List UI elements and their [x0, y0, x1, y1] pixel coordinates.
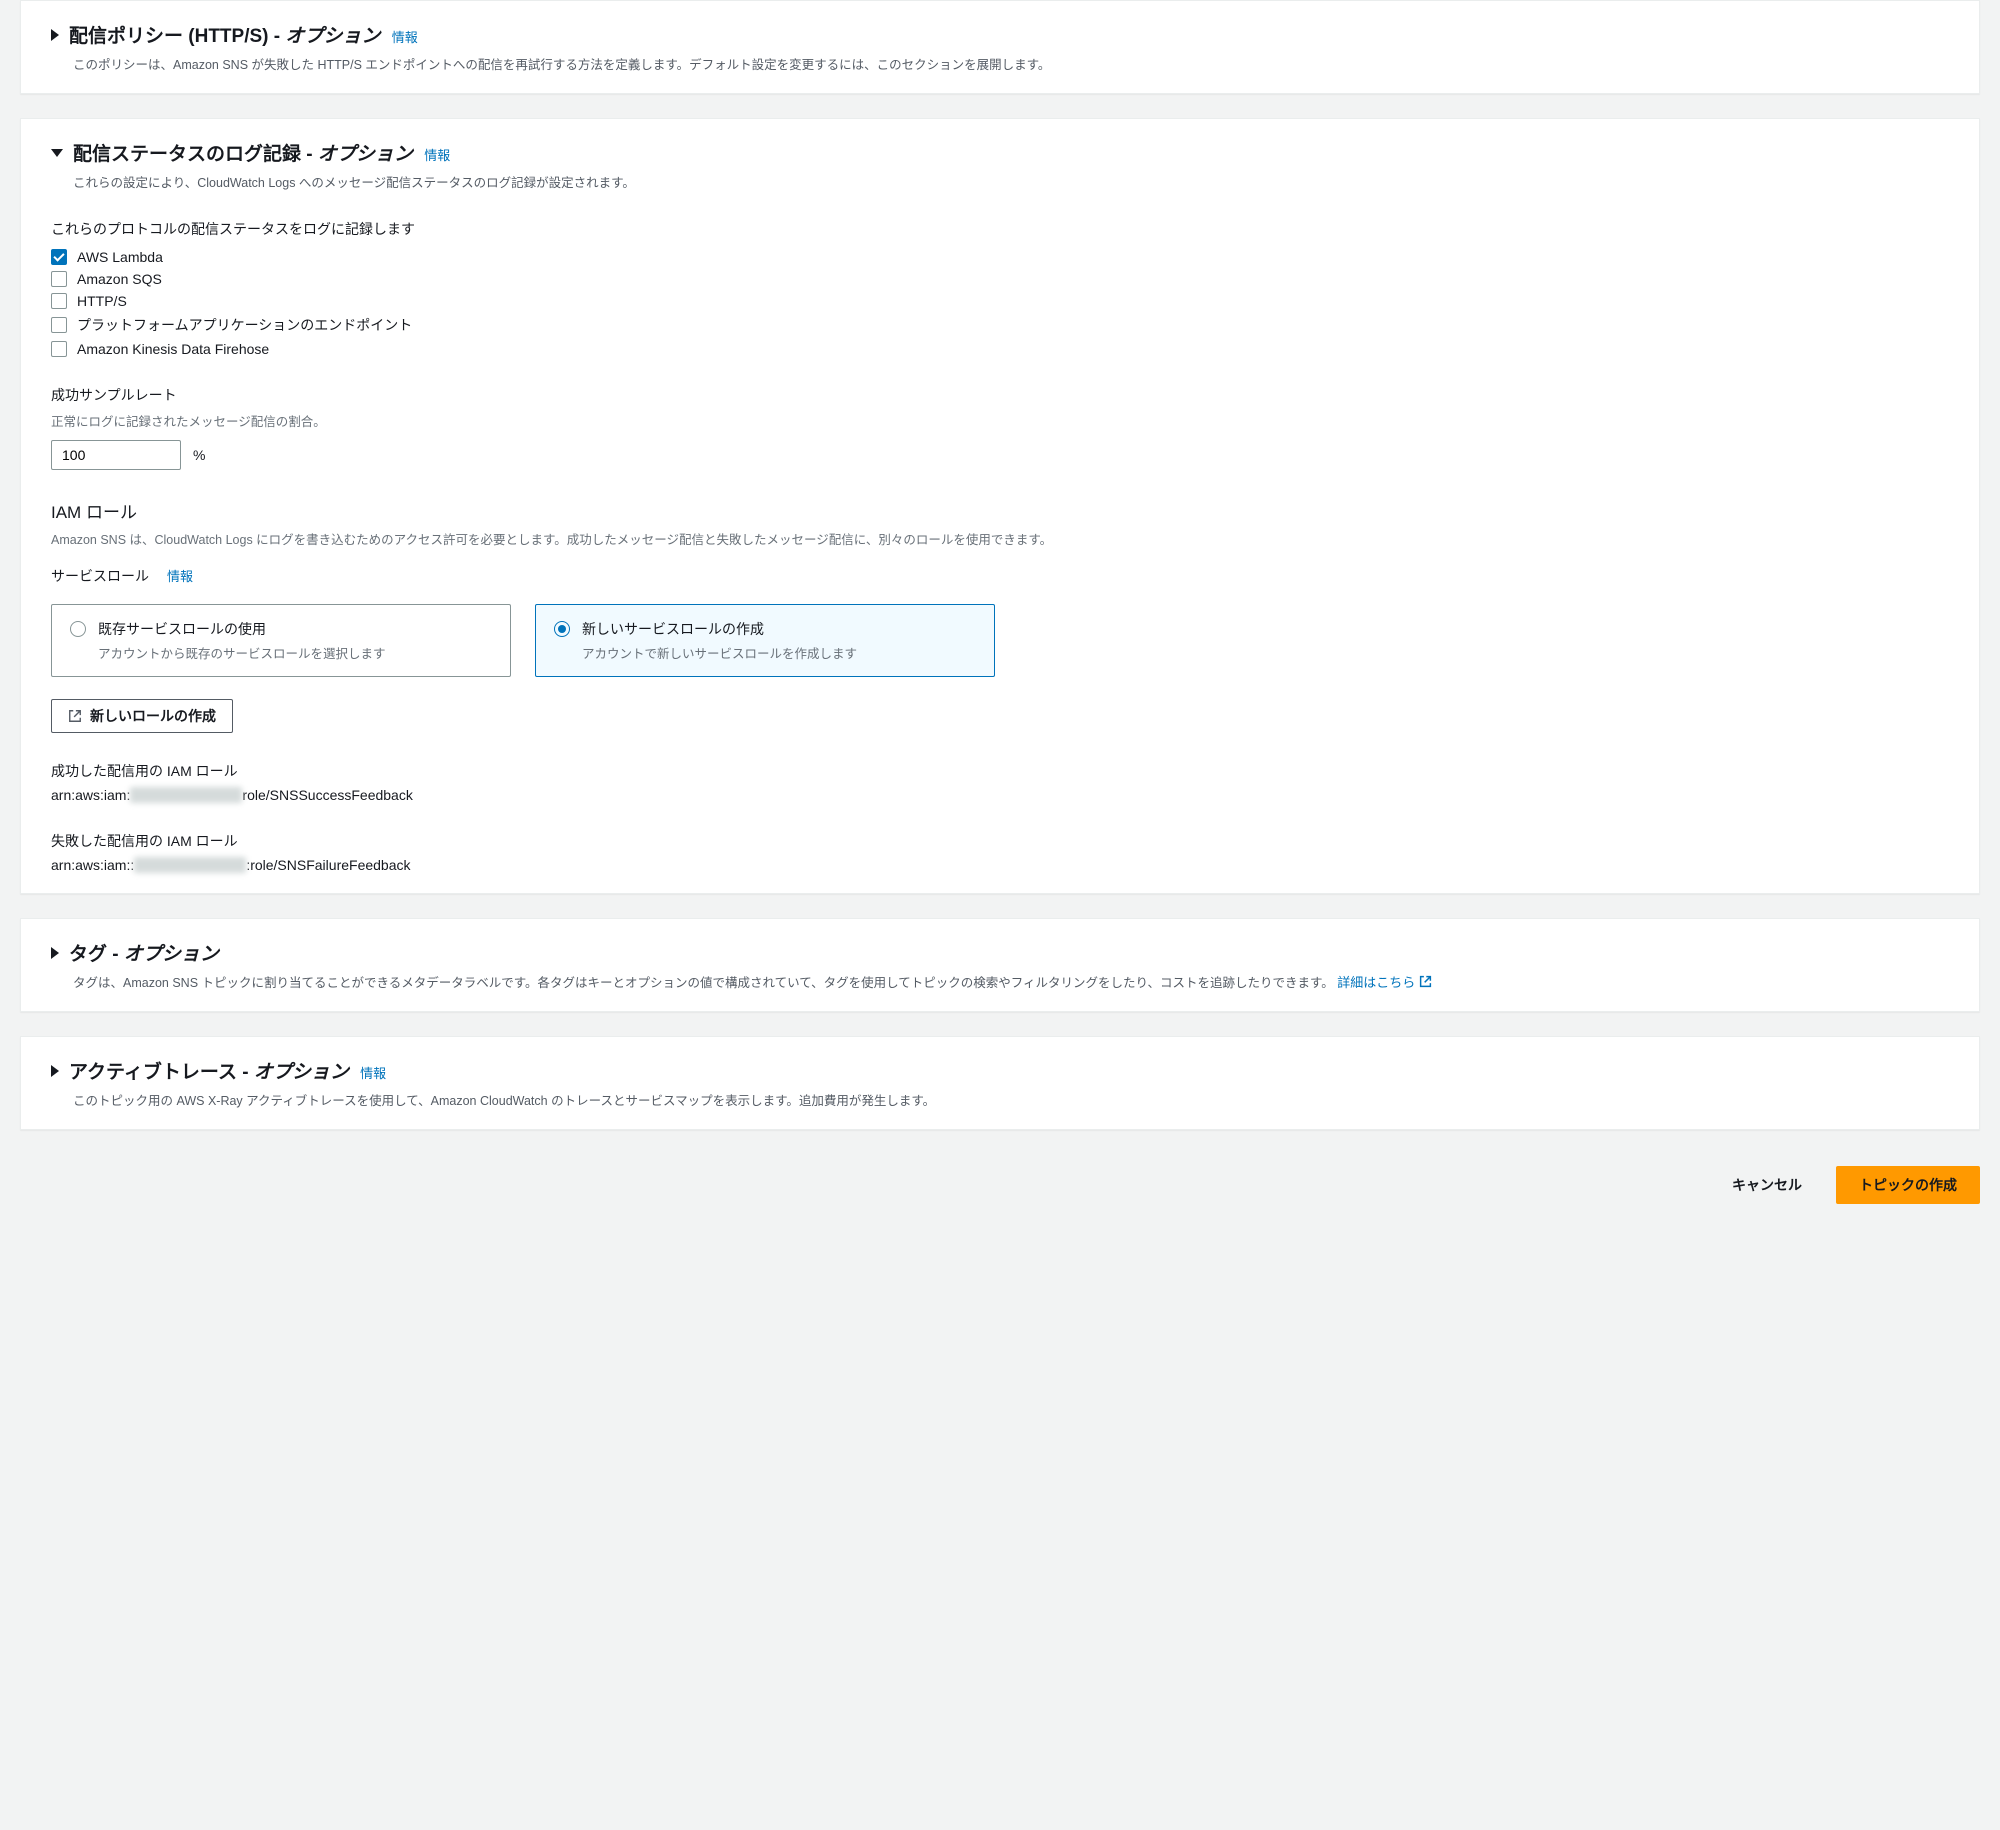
- service-role-radio-group: 既存サービスロールの使用 アカウントから既存のサービスロールを選択します 新しい…: [51, 604, 1949, 677]
- arn-redacted: XXXXXXXXXXXX: [134, 857, 246, 873]
- sample-rate-label: 成功サンプルレート: [51, 385, 1949, 405]
- optional-text: オプション: [285, 26, 380, 47]
- learn-more-link[interactable]: 詳細はこちら: [1337, 972, 1432, 991]
- panel-active-tracing: アクティブトレース - オプション 情報 このトピック用の AWS X-Ray …: [20, 1036, 1980, 1130]
- success-role-value: arn:aws:iam:XXXXXXXXXXXXrole/SNSSuccessF…: [51, 787, 1949, 803]
- info-link[interactable]: 情報: [392, 30, 418, 45]
- panel-title: アクティブトレース - オプション 情報: [69, 1057, 386, 1084]
- cancel-button[interactable]: キャンセル: [1714, 1166, 1820, 1204]
- arn-suffix: :role/SNSFailureFeedback: [246, 857, 410, 873]
- external-link-icon: [1419, 975, 1432, 988]
- sample-rate-hint: 正常にログに記録されたメッセージ配信の割合。: [51, 411, 1949, 430]
- radio-content: 新しいサービスロールの作成 アカウントで新しいサービスロールを作成します: [582, 619, 976, 662]
- arn-suffix: role/SNSSuccessFeedback: [242, 787, 412, 803]
- panel-title: 配信ステータスのログ記録 - オプション 情報: [73, 139, 450, 166]
- panel-tags: タグ - オプション タグは、Amazon SNS トピックに割り当てることがで…: [20, 918, 1980, 1012]
- panel-description: これらの設定により、CloudWatch Logs へのメッセージ配信ステータス…: [73, 172, 1949, 191]
- panel-title: タグ - オプション: [69, 939, 219, 966]
- panel-header-tags[interactable]: タグ - オプション: [51, 939, 1949, 966]
- panel-description: このポリシーは、Amazon SNS が失敗した HTTP/S エンドポイントへ…: [73, 54, 1949, 73]
- service-role-label-row: サービスロール 情報: [51, 566, 1949, 592]
- panel-delivery-policy: 配信ポリシー (HTTP/S) - オプション 情報 このポリシーは、Amazo…: [20, 0, 1980, 94]
- radio-content: 既存サービスロールの使用 アカウントから既存のサービスロールを選択します: [98, 619, 492, 662]
- optional-text: オプション: [318, 144, 413, 165]
- panel-description: このトピック用の AWS X-Ray アクティブトレースを使用して、Amazon…: [73, 1090, 1949, 1109]
- info-link[interactable]: 情報: [167, 566, 193, 585]
- description-text: タグは、Amazon SNS トピックに割り当てることができるメタデータラベルで…: [73, 976, 1334, 990]
- optional-text: オプション: [254, 1062, 349, 1083]
- protocols-label: これらのプロトコルの配信ステータスをログに記録します: [51, 219, 1949, 239]
- checkbox-icon: [51, 249, 67, 265]
- sample-rate-row: %: [51, 440, 1949, 470]
- panel-delivery-status: 配信ステータスのログ記録 - オプション 情報 これらの設定により、CloudW…: [20, 118, 1980, 894]
- success-role-label: 成功した配信用の IAM ロール: [51, 761, 1949, 781]
- radio-description: アカウントから既存のサービスロールを選択します: [98, 643, 492, 662]
- protocol-checkbox-group: AWS Lambda Amazon SQS HTTP/S プラットフォームアプリ…: [51, 249, 1949, 357]
- optional-text: オプション: [124, 944, 219, 965]
- checkbox-platform-app[interactable]: プラットフォームアプリケーションのエンドポイント: [51, 315, 1949, 335]
- checkbox-label: プラットフォームアプリケーションのエンドポイント: [77, 315, 412, 335]
- checkbox-label: AWS Lambda: [77, 249, 163, 265]
- panel-body: これらのプロトコルの配信ステータスをログに記録します AWS Lambda Am…: [51, 219, 1949, 873]
- checkbox-label: Amazon SQS: [77, 271, 162, 287]
- panel-header-active-tracing[interactable]: アクティブトレース - オプション 情報: [51, 1057, 1949, 1084]
- link-text: 詳細はこちら: [1337, 972, 1415, 991]
- success-role-block: 成功した配信用の IAM ロール arn:aws:iam:XXXXXXXXXXX…: [51, 761, 1949, 803]
- panel-header-delivery-status[interactable]: 配信ステータスのログ記録 - オプション 情報: [51, 139, 1949, 166]
- radio-title: 新しいサービスロールの作成: [582, 619, 976, 639]
- title-text: アクティブトレース -: [69, 1062, 254, 1083]
- external-link-icon: [68, 709, 82, 723]
- checkbox-icon: [51, 341, 67, 357]
- checkbox-icon: [51, 271, 67, 287]
- create-topic-button[interactable]: トピックの作成: [1836, 1166, 1980, 1204]
- percent-label: %: [193, 447, 205, 463]
- iam-role-heading: IAM ロール: [51, 498, 1949, 523]
- radio-description: アカウントで新しいサービスロールを作成します: [582, 643, 976, 662]
- chevron-right-icon: [51, 947, 59, 959]
- service-role-label: サービスロール: [51, 566, 149, 586]
- failure-role-block: 失敗した配信用の IAM ロール arn:aws:iam::XXXXXXXXXX…: [51, 831, 1949, 873]
- chevron-right-icon: [51, 29, 59, 41]
- checkbox-icon: [51, 317, 67, 333]
- title-text: タグ -: [69, 944, 124, 965]
- create-new-role-button[interactable]: 新しいロールの作成: [51, 699, 233, 733]
- checkbox-label: Amazon Kinesis Data Firehose: [77, 341, 269, 357]
- checkbox-https[interactable]: HTTP/S: [51, 293, 1949, 309]
- radio-create-role[interactable]: 新しいサービスロールの作成 アカウントで新しいサービスロールを作成します: [535, 604, 995, 677]
- radio-title: 既存サービスロールの使用: [98, 619, 492, 639]
- panel-title: 配信ポリシー (HTTP/S) - オプション 情報: [69, 21, 418, 48]
- checkbox-icon: [51, 293, 67, 309]
- button-label: 新しいロールの作成: [90, 706, 216, 726]
- info-link[interactable]: 情報: [360, 1066, 386, 1081]
- checkbox-label: HTTP/S: [77, 293, 127, 309]
- failure-role-value: arn:aws:iam::XXXXXXXXXXXX:role/SNSFailur…: [51, 857, 1949, 873]
- failure-role-label: 失敗した配信用の IAM ロール: [51, 831, 1949, 851]
- radio-icon: [554, 621, 570, 637]
- checkbox-aws-lambda[interactable]: AWS Lambda: [51, 249, 1949, 265]
- radio-existing-role[interactable]: 既存サービスロールの使用 アカウントから既存のサービスロールを選択します: [51, 604, 511, 677]
- arn-prefix: arn:aws:iam:: [51, 787, 130, 803]
- iam-role-description: Amazon SNS は、CloudWatch Logs にログを書き込むための…: [51, 529, 1949, 548]
- arn-prefix: arn:aws:iam::: [51, 857, 134, 873]
- title-text: 配信ステータスのログ記録 -: [73, 144, 318, 165]
- panel-header-delivery-policy[interactable]: 配信ポリシー (HTTP/S) - オプション 情報: [51, 21, 1949, 48]
- chevron-right-icon: [51, 1065, 59, 1077]
- chevron-down-icon: [51, 149, 63, 157]
- checkbox-amazon-sqs[interactable]: Amazon SQS: [51, 271, 1949, 287]
- footer-actions: キャンセル トピックの作成: [20, 1154, 1980, 1216]
- checkbox-kinesis-firehose[interactable]: Amazon Kinesis Data Firehose: [51, 341, 1949, 357]
- title-text: 配信ポリシー (HTTP/S) -: [69, 26, 285, 47]
- radio-icon: [70, 621, 86, 637]
- info-link[interactable]: 情報: [424, 148, 450, 163]
- sample-rate-input[interactable]: [51, 440, 181, 470]
- panel-description: タグは、Amazon SNS トピックに割り当てることができるメタデータラベルで…: [73, 972, 1949, 991]
- arn-redacted: XXXXXXXXXXXX: [130, 787, 242, 803]
